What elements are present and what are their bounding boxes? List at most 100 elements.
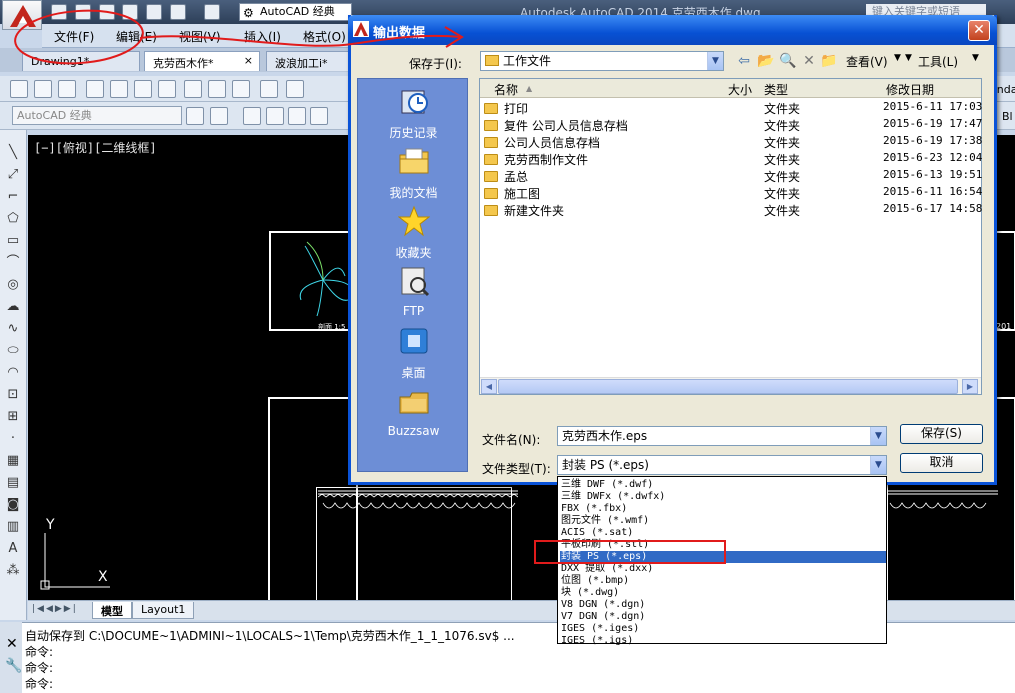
spline-icon[interactable]: ∿ bbox=[4, 320, 22, 338]
tab-model[interactable]: 模型 bbox=[92, 602, 132, 619]
file-row[interactable]: 公司人员信息存档 文件夹 2015-6-19 17:38 bbox=[484, 134, 982, 151]
view-dropdown-icon[interactable]: ▼ bbox=[894, 53, 901, 63]
open-file-icon[interactable] bbox=[75, 4, 91, 20]
column-header-type[interactable]: 类型 bbox=[764, 81, 788, 98]
save-button[interactable]: 保存(S) bbox=[900, 424, 983, 444]
open-icon[interactable] bbox=[34, 80, 52, 98]
preview-icon[interactable] bbox=[110, 80, 128, 98]
close-tab-icon[interactable]: × bbox=[244, 54, 253, 67]
cut-icon[interactable] bbox=[184, 80, 202, 98]
workspace-select[interactable]: ⚙ AutoCAD 经典 bbox=[239, 3, 352, 21]
tab-wave[interactable]: 波浪加工i* bbox=[266, 51, 356, 71]
menu-view[interactable]: 视图(V) bbox=[179, 28, 221, 45]
file-list-scrollbar[interactable]: ◀ ▶ bbox=[480, 377, 981, 394]
wrench-icon[interactable]: 🔧 bbox=[5, 658, 22, 674]
file-row[interactable]: 施工图 文件夹 2015-6-11 16:54 bbox=[484, 185, 982, 202]
revcloud-icon[interactable]: ☁ bbox=[4, 298, 22, 316]
autocad-logo-icon[interactable] bbox=[2, 0, 42, 30]
settings-gear-icon[interactable] bbox=[186, 107, 204, 125]
file-row[interactable]: 克劳西制作文件 文件夹 2015-6-23 12:04 bbox=[484, 151, 982, 168]
viewport-label[interactable]: [−][俯视][二维线框] bbox=[34, 139, 157, 156]
polygon-icon[interactable]: ⬠ bbox=[4, 210, 22, 228]
publish-icon[interactable] bbox=[134, 80, 152, 98]
hatch-icon[interactable]: ▦ bbox=[4, 452, 22, 470]
lock-icon[interactable] bbox=[310, 107, 328, 125]
menu-edit[interactable]: 编辑(E) bbox=[116, 28, 157, 45]
scroll-left-icon[interactable]: ◀ bbox=[481, 379, 497, 394]
arc-icon[interactable]: ⌒ bbox=[4, 254, 22, 272]
place-desktop[interactable]: 桌面 bbox=[358, 325, 469, 381]
gradient-icon[interactable]: ▤ bbox=[4, 474, 22, 492]
search-web-icon[interactable]: 🔍 bbox=[779, 53, 797, 69]
3d-dwf-icon[interactable] bbox=[158, 80, 176, 98]
column-header-modified[interactable]: 修改日期 bbox=[886, 81, 934, 98]
undo-icon[interactable] bbox=[170, 4, 186, 20]
layer-properties-icon[interactable] bbox=[243, 107, 261, 125]
table-icon[interactable]: ▥ bbox=[4, 518, 22, 536]
circle-icon[interactable]: ◎ bbox=[4, 276, 22, 294]
scrollbar-thumb[interactable] bbox=[498, 379, 958, 394]
plot-icon[interactable] bbox=[86, 80, 104, 98]
place-my-documents[interactable]: 我的文档 bbox=[358, 145, 469, 201]
filetype-option[interactable]: 图元文件 (*.wmf) bbox=[560, 515, 886, 527]
filetype-option[interactable]: 封装 PS (*.eps) bbox=[560, 551, 886, 563]
column-header-name[interactable]: 名称 bbox=[494, 81, 518, 98]
save-as-icon[interactable] bbox=[122, 4, 138, 20]
up-folder-icon[interactable]: 📂 bbox=[757, 53, 775, 69]
save-icon[interactable] bbox=[58, 80, 76, 98]
file-row[interactable]: 打印 文件夹 2015-6-11 17:03 bbox=[484, 100, 982, 117]
print-icon[interactable] bbox=[146, 4, 162, 20]
cancel-button[interactable]: 取消 bbox=[900, 453, 983, 473]
file-row[interactable]: 新建文件夹 文件夹 2015-6-17 14:58 bbox=[484, 202, 982, 219]
file-row[interactable]: 复件 公司人员信息存档 文件夹 2015-6-19 17:47 bbox=[484, 117, 982, 134]
style-select[interactable]: AutoCAD 经典 bbox=[12, 106, 182, 125]
new-file-icon[interactable] bbox=[51, 4, 67, 20]
dialog-close-button[interactable]: ✕ bbox=[968, 20, 990, 41]
chevron-down-icon[interactable]: ▼ bbox=[870, 456, 886, 474]
ellipse-arc-icon[interactable]: ◠ bbox=[4, 364, 22, 382]
scroll-right-icon[interactable]: ▶ bbox=[962, 379, 978, 394]
filetype-option[interactable]: IGES (*.igs) bbox=[560, 635, 886, 647]
line-icon[interactable]: ╲ bbox=[4, 144, 22, 162]
close-icon[interactable]: ✕ bbox=[6, 636, 18, 652]
tools-chevron-icon[interactable]: ▼ bbox=[972, 53, 979, 63]
make-block-icon[interactable]: ⊞ bbox=[4, 408, 22, 426]
delete-icon[interactable]: ✕ bbox=[800, 53, 818, 69]
save-file-icon[interactable] bbox=[99, 4, 115, 20]
filetype-option[interactable]: 位图 (*.bmp) bbox=[560, 575, 886, 587]
sun-icon[interactable] bbox=[288, 107, 306, 125]
mtext-icon[interactable]: A bbox=[4, 540, 22, 558]
tools-dropdown-icon[interactable]: ▼ bbox=[905, 53, 912, 63]
place-history[interactable]: 历史记录 bbox=[358, 85, 469, 141]
polyline-icon[interactable]: ⌐ bbox=[4, 188, 22, 206]
undo-toolbar-icon[interactable] bbox=[286, 80, 304, 98]
filetype-option[interactable]: V7 DGN (*.dgn) bbox=[560, 611, 886, 623]
menu-file[interactable]: 文件(F) bbox=[54, 28, 94, 45]
tools-menu-button[interactable]: 工具(L) bbox=[918, 53, 958, 70]
ellipse-icon[interactable]: ⬭ bbox=[4, 342, 22, 360]
add-selected-icon[interactable]: ⁂ bbox=[4, 562, 22, 580]
insert-block-icon[interactable]: ⊡ bbox=[4, 386, 22, 404]
filetype-option[interactable]: FBX (*.fbx) bbox=[560, 503, 886, 515]
chevron-down-icon[interactable]: ▼ bbox=[870, 427, 886, 445]
tab-layout1[interactable]: Layout1 bbox=[132, 602, 195, 619]
dialog-title-bar[interactable] bbox=[348, 15, 997, 45]
chevron-down-icon[interactable]: ▼ bbox=[707, 52, 723, 70]
new-icon[interactable] bbox=[10, 80, 28, 98]
point-icon[interactable]: · bbox=[4, 430, 22, 448]
file-row[interactable]: 孟总 文件夹 2015-6-13 19:51 bbox=[484, 168, 982, 185]
new-folder-icon[interactable]: 📁 bbox=[820, 53, 838, 69]
filetype-option[interactable]: 块 (*.dwg) bbox=[560, 587, 886, 599]
place-ftp[interactable]: FTP bbox=[358, 265, 469, 318]
construction-line-icon[interactable]: ⤢ bbox=[4, 166, 22, 184]
filetype-option[interactable]: IGES (*.iges) bbox=[560, 623, 886, 635]
region-icon[interactable]: ◙ bbox=[4, 496, 22, 514]
place-buzzsaw[interactable]: Buzzsaw bbox=[358, 385, 469, 438]
filetype-option[interactable]: 三维 DWFx (*.dwfx) bbox=[560, 491, 886, 503]
redo-icon[interactable] bbox=[204, 4, 220, 20]
view-menu-button[interactable]: 查看(V) bbox=[846, 53, 888, 70]
filetype-option[interactable]: 三维 DWF (*.dwf) bbox=[560, 479, 886, 491]
save-in-select[interactable]: 工作文件 ▼ bbox=[480, 51, 724, 71]
column-header-size[interactable]: 大小 bbox=[728, 81, 752, 98]
filetype-option[interactable]: 平板印刷 (*.stl) bbox=[560, 539, 886, 551]
